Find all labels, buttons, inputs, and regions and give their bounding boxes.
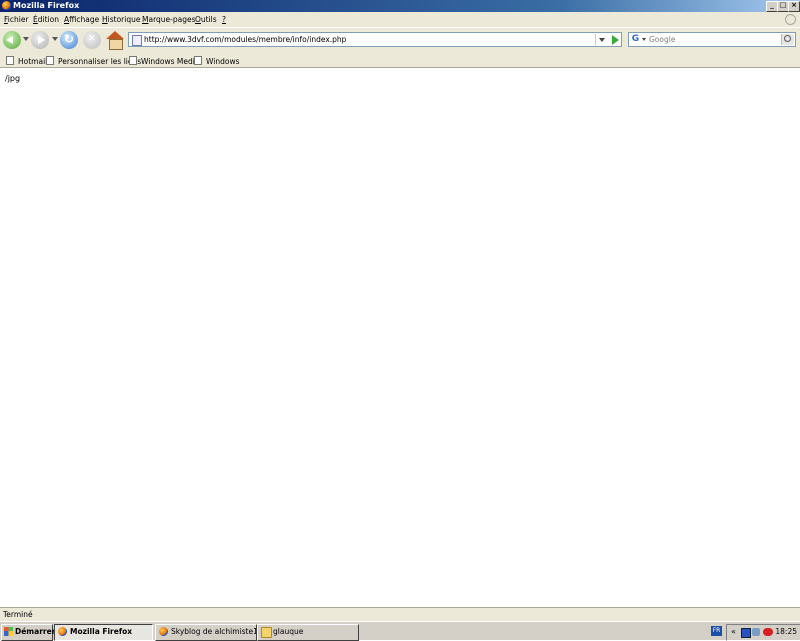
clock: 18:25	[775, 627, 797, 636]
search-bar[interactable]: G Google	[628, 32, 796, 47]
search-input[interactable]: Google	[649, 35, 675, 45]
window-title: Mozilla Firefox	[13, 1, 80, 10]
ati-tray-icon[interactable]	[763, 628, 773, 636]
menu-historique[interactable]: Historique	[102, 15, 140, 24]
bookmark-personnaliser-les-liens[interactable]: Personnaliser les liens	[46, 56, 141, 66]
bookmarks-toolbar: Hotmail Personnaliser les liens Windows …	[0, 52, 800, 68]
google-engine-icon[interactable]: G	[630, 34, 641, 45]
menu-affichage[interactable]: Affichage	[64, 15, 99, 24]
bookmark-page-icon	[6, 56, 14, 65]
task-glauque[interactable]: glauque	[257, 624, 359, 641]
home-button[interactable]	[106, 31, 124, 50]
home-icon	[106, 31, 124, 39]
bookmark-windows[interactable]: Windows	[194, 56, 239, 66]
reload-button[interactable]	[60, 31, 78, 49]
status-text: Terminé	[3, 610, 33, 619]
bookmark-page-icon	[129, 56, 137, 65]
menu-marque-pages[interactable]: Marque-pages	[142, 15, 196, 24]
firefox-icon	[2, 1, 11, 10]
menu-outils[interactable]: Outils	[195, 15, 217, 24]
antivirus-icon[interactable]	[741, 628, 751, 638]
close-button[interactable]: ×	[788, 1, 800, 12]
title-bar: Mozilla Firefox _ □ ×	[0, 0, 800, 12]
search-button[interactable]	[781, 34, 794, 45]
taskbar: Démarrer Mozilla Firefox Skyblog de alch…	[0, 621, 800, 641]
url-history-dropdown[interactable]	[595, 34, 607, 45]
forward-button[interactable]	[31, 31, 49, 49]
start-button[interactable]: Démarrer	[1, 624, 55, 641]
url-text[interactable]: http://www.3dvf.com/modules/membre/info/…	[144, 35, 346, 45]
page-text: /jpg	[5, 74, 21, 83]
language-indicator[interactable]: FR	[711, 626, 722, 636]
bookmark-windows-media[interactable]: Windows Media	[129, 56, 199, 66]
firefox-icon	[159, 627, 168, 636]
folder-icon	[261, 627, 272, 638]
system-tray: « 18:25	[726, 624, 800, 641]
network-icon[interactable]	[752, 628, 760, 636]
page-icon	[132, 35, 142, 46]
page-content: /jpg	[0, 68, 800, 607]
task-mozilla-firefox[interactable]: Mozilla Firefox	[54, 624, 153, 641]
status-bar: Terminé	[0, 607, 800, 621]
go-button[interactable]	[609, 34, 621, 45]
menu-help[interactable]: ?	[222, 15, 226, 24]
menu-edition[interactable]: Édition	[33, 15, 59, 24]
back-history-dropdown-icon[interactable]	[23, 37, 29, 41]
stop-button[interactable]	[83, 31, 101, 49]
menu-bar: Fichier Édition Affichage Historique Mar…	[0, 12, 800, 27]
forward-history-dropdown-icon[interactable]	[52, 37, 58, 41]
windows-logo-icon	[4, 627, 13, 636]
menu-fichier[interactable]: Fichier	[4, 15, 29, 24]
task-skyblog[interactable]: Skyblog de alchimiste185...	[155, 624, 257, 641]
url-bar[interactable]: http://www.3dvf.com/modules/membre/info/…	[128, 32, 622, 47]
firefox-icon	[58, 627, 67, 636]
back-button[interactable]	[3, 31, 21, 49]
show-hidden-icons-button[interactable]: «	[731, 627, 736, 637]
throbber-icon	[785, 14, 796, 25]
bookmark-hotmail[interactable]: Hotmail	[6, 56, 47, 66]
search-engine-dropdown-icon[interactable]	[642, 38, 646, 41]
bookmark-page-icon	[194, 56, 202, 65]
bookmark-page-icon	[46, 56, 54, 65]
